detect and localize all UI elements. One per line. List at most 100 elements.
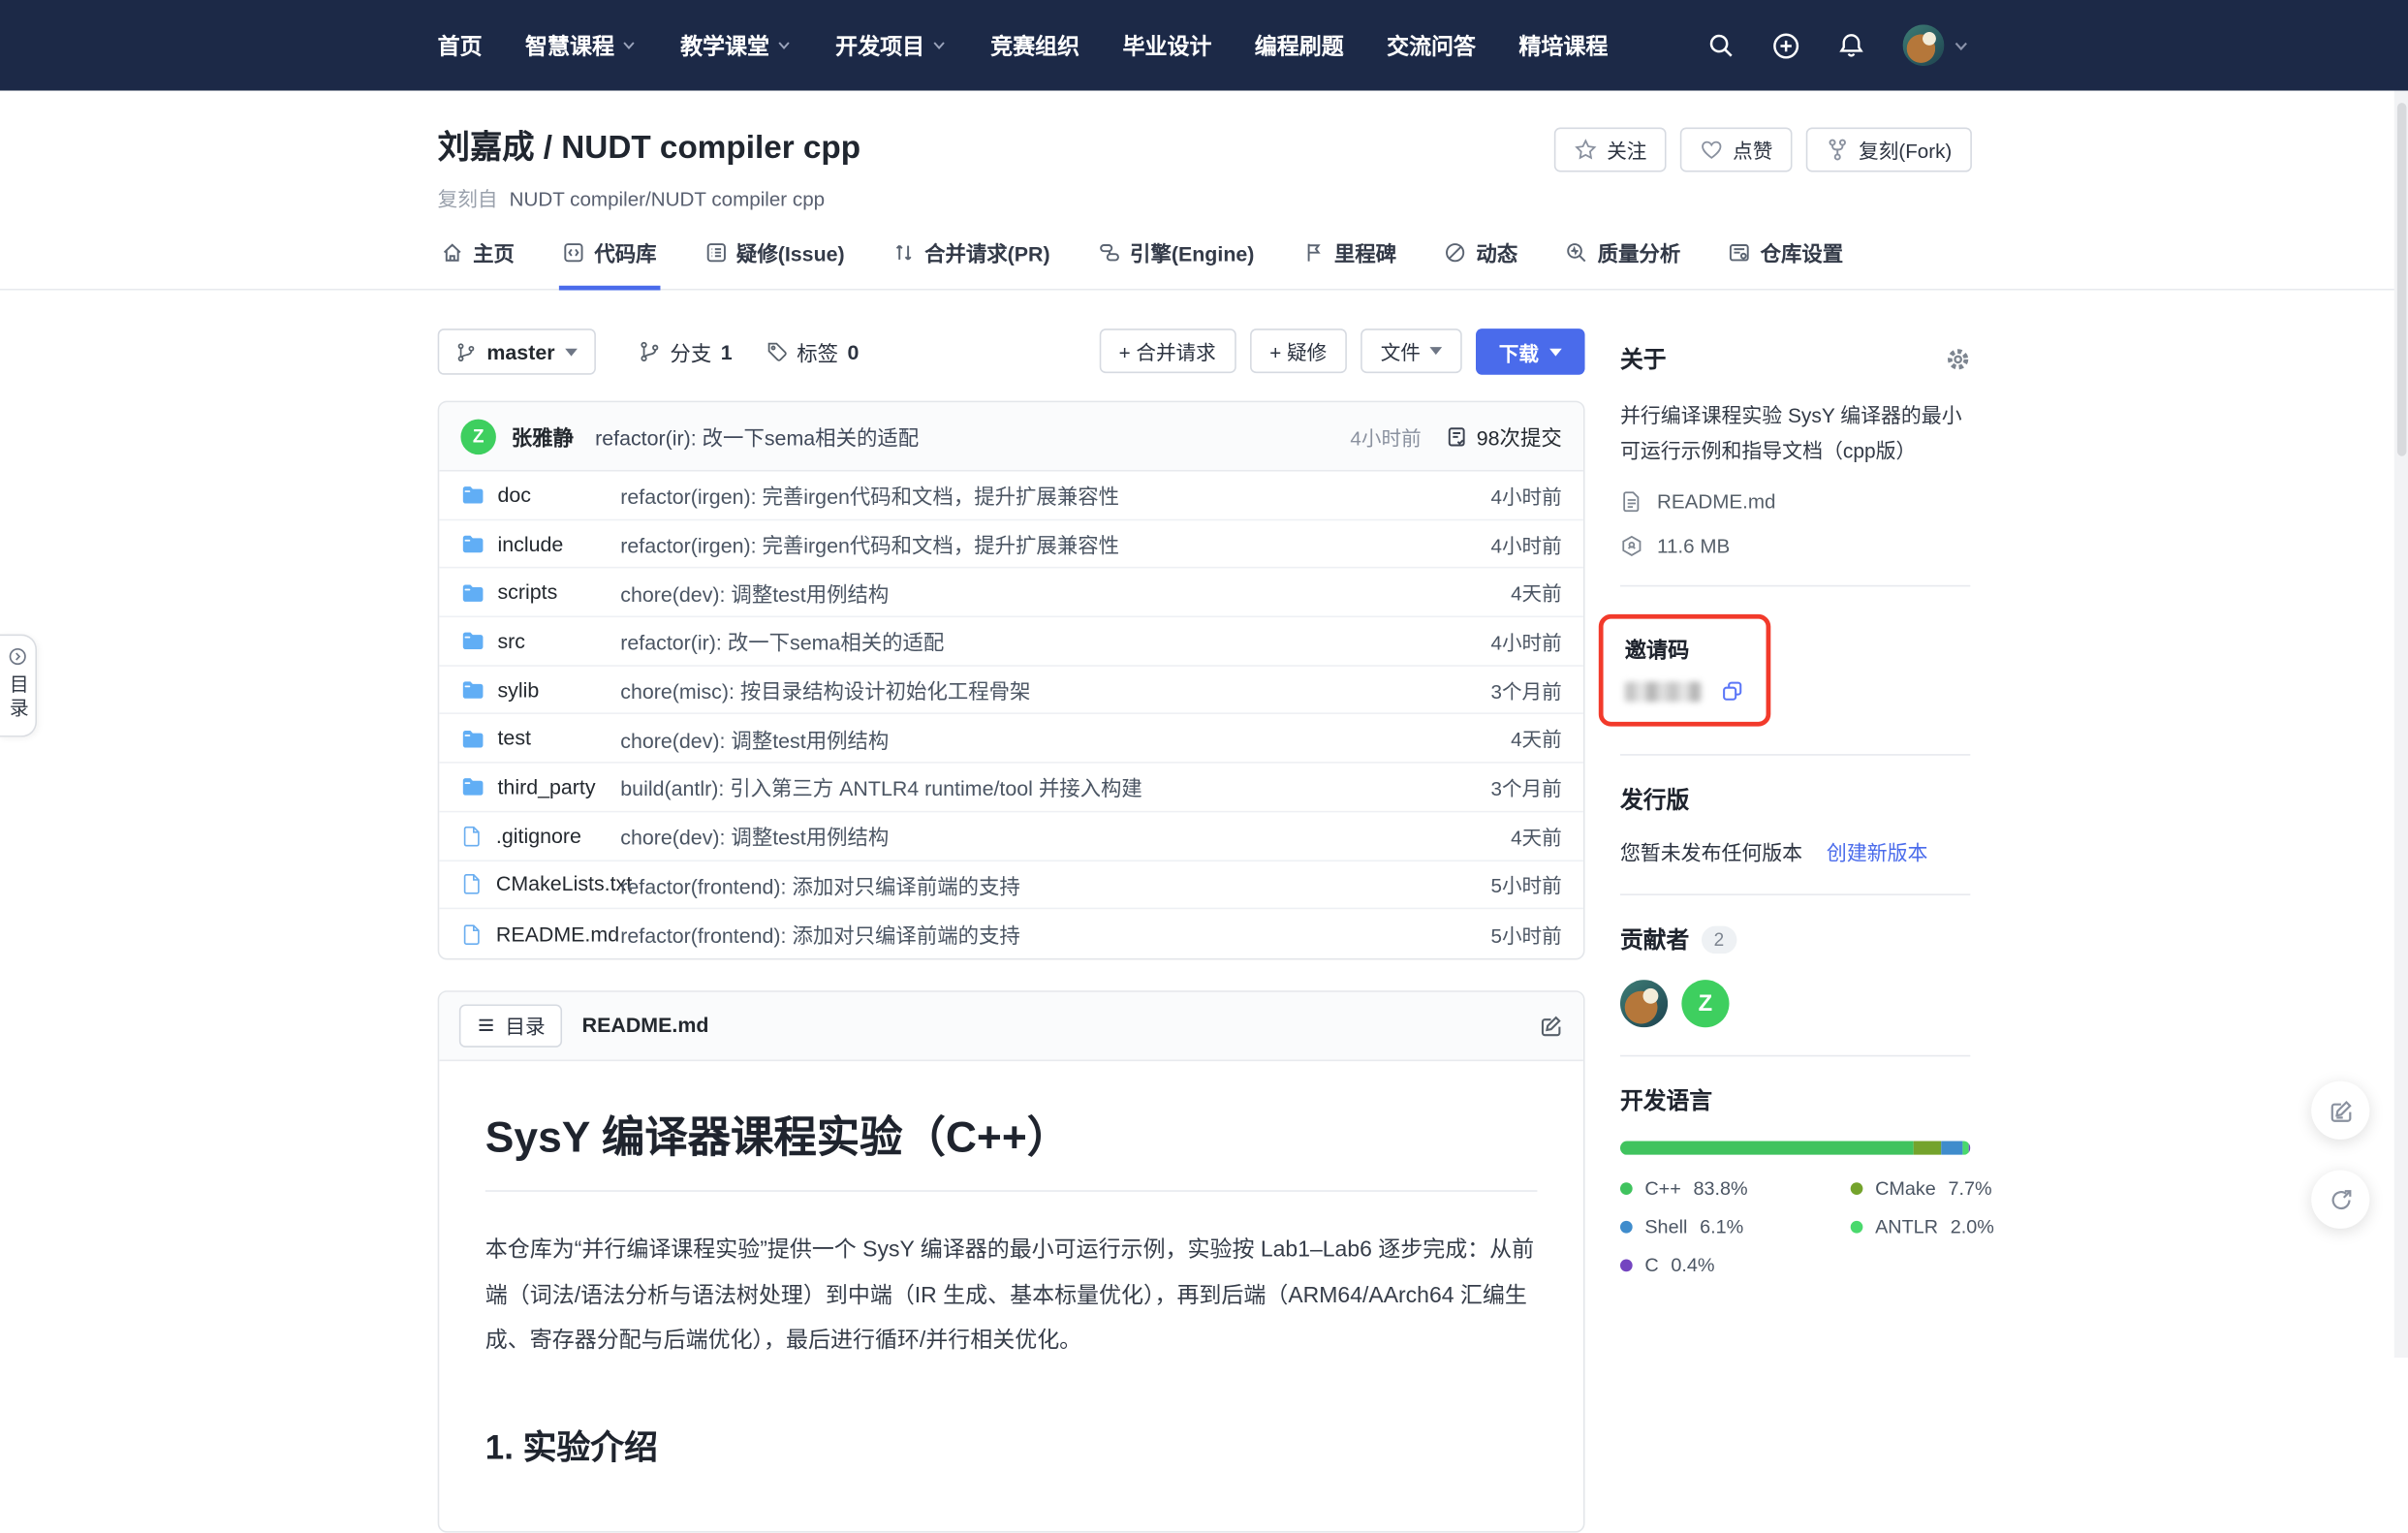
fork-button[interactable]: 复刻(Fork) <box>1806 128 1972 172</box>
table-row[interactable]: test chore(dev): 调整test用例结构 4天前 <box>439 715 1583 764</box>
language-segment <box>1962 1142 1969 1155</box>
branch-selector[interactable]: master <box>438 328 597 375</box>
nav-item-graduation[interactable]: 毕业设计 <box>1123 29 1212 61</box>
file-name[interactable]: README.md <box>496 923 619 946</box>
files-menu-button[interactable]: 文件 <box>1360 328 1462 373</box>
chevron-down-icon <box>775 37 792 53</box>
readme-header: 目录 README.md <box>439 992 1583 1061</box>
download-button[interactable]: 下载 <box>1476 328 1585 375</box>
edit-icon[interactable] <box>1539 1014 1563 1038</box>
file-commit-message[interactable]: chore(misc): 按目录结构设计初始化工程骨架 <box>620 674 1472 705</box>
file-commit-message[interactable]: refactor(irgen): 完善irgen代码和文档，提升扩展兼容性 <box>620 480 1472 511</box>
readme-link[interactable]: README.md <box>1620 490 1970 514</box>
create-release-link[interactable]: 创建新版本 <box>1827 842 1927 865</box>
file-icon <box>460 825 484 848</box>
repo-size: 11.6 MB <box>1620 535 1970 558</box>
contributor-avatar[interactable] <box>1620 980 1668 1027</box>
file-commit-message[interactable]: chore(dev): 调整test用例结构 <box>620 723 1492 754</box>
language-segment <box>1914 1142 1941 1155</box>
star-button[interactable]: 点赞 <box>1680 128 1793 172</box>
table-row[interactable]: doc refactor(irgen): 完善irgen代码和文档，提升扩展兼容… <box>439 472 1583 520</box>
commits-count-link[interactable]: 98次提交 <box>1446 421 1562 452</box>
feedback-button[interactable] <box>2311 1081 2369 1140</box>
file-name[interactable]: third_party <box>497 775 595 798</box>
tab-engine[interactable]: 引擎(Engine) <box>1095 236 1258 290</box>
user-menu[interactable] <box>1903 24 1971 66</box>
file-time: 3个月前 <box>1490 675 1561 704</box>
table-row[interactable]: sylib chore(misc): 按目录结构设计初始化工程骨架 3个月前 <box>439 666 1583 714</box>
nav-icon-group <box>1707 0 1970 91</box>
nav-item-qa[interactable]: 交流问答 <box>1387 29 1476 61</box>
file-name[interactable]: src <box>497 630 525 653</box>
tab-issues[interactable]: 疑修(Issue) <box>701 236 847 290</box>
toc-button[interactable]: 目录 <box>459 1004 562 1047</box>
plus-circle-icon[interactable] <box>1772 31 1800 59</box>
file-browser: Z 张雅静 refactor(ir): 改一下sema相关的适配 4小时前 98… <box>438 401 1585 960</box>
tags-stat[interactable]: 标签 0 <box>766 336 860 367</box>
tab-milestones[interactable]: 里程碑 <box>1298 236 1399 290</box>
tab-activity[interactable]: 动态 <box>1441 236 1520 290</box>
star-icon <box>1575 139 1598 162</box>
scrollbar-thumb[interactable] <box>2396 103 2406 456</box>
table-row[interactable]: include refactor(irgen): 完善irgen代码和文档，提升… <box>439 520 1583 569</box>
gear-icon[interactable] <box>1946 346 1970 370</box>
table-row[interactable]: third_party build(antlr): 引入第三方 ANTLR4 r… <box>439 764 1583 812</box>
tab-pull-requests[interactable]: 合并请求(PR) <box>890 236 1053 290</box>
commit-message[interactable]: refactor(ir): 改一下sema相关的适配 <box>595 421 919 452</box>
language-dot <box>1851 1221 1863 1234</box>
file-icon <box>460 923 484 946</box>
file-time: 4小时前 <box>1490 481 1561 510</box>
file-commit-message[interactable]: refactor(frontend): 添加对只编译前端的支持 <box>620 919 1472 950</box>
toc-drawer-handle[interactable]: 目录 <box>0 635 37 737</box>
languages-title: 开发语言 <box>1620 1084 1970 1116</box>
table-row[interactable]: scripts chore(dev): 调整test用例结构 4天前 <box>439 569 1583 617</box>
file-commit-message[interactable]: refactor(irgen): 完善irgen代码和文档，提升扩展兼容性 <box>620 528 1472 559</box>
commit-author[interactable]: 张雅静 <box>512 421 574 452</box>
file-time: 3个月前 <box>1490 772 1561 801</box>
file-name[interactable]: include <box>497 532 563 555</box>
tab-quality[interactable]: 质量分析 <box>1562 236 1683 290</box>
readme-title: SysY 编译器课程实验（C++） <box>485 1104 1538 1191</box>
nav-item-smart-courses[interactable]: 智慧课程 <box>525 29 638 61</box>
tab-settings[interactable]: 仓库设置 <box>1725 236 1846 290</box>
tab-home[interactable]: 主页 <box>438 236 517 290</box>
file-name[interactable]: test <box>497 727 530 750</box>
file-name[interactable]: doc <box>497 484 531 507</box>
nav-item-home[interactable]: 首页 <box>438 29 483 61</box>
commit-author-avatar[interactable]: Z <box>460 419 495 454</box>
share-button[interactable] <box>2311 1171 2369 1229</box>
nav-item-competitions[interactable]: 竞赛组织 <box>990 29 1079 61</box>
file-commit-message[interactable]: refactor(ir): 改一下sema相关的适配 <box>620 626 1472 657</box>
fork-source-link[interactable]: NUDT compiler/NUDT compiler cpp <box>510 187 826 210</box>
table-row[interactable]: CMakeLists.txt refactor(frontend): 添加对只编… <box>439 860 1583 909</box>
bell-icon[interactable] <box>1838 32 1864 58</box>
contributor-avatar[interactable]: Z <box>1681 980 1729 1027</box>
file-name[interactable]: sylib <box>497 678 539 702</box>
branch-icon <box>640 341 661 362</box>
nav-item-teaching[interactable]: 教学课堂 <box>680 29 793 61</box>
table-row[interactable]: src refactor(ir): 改一下sema相关的适配 4小时前 <box>439 617 1583 666</box>
file-commit-message[interactable]: refactor(frontend): 添加对只编译前端的支持 <box>620 869 1472 900</box>
new-pr-button[interactable]: + 合并请求 <box>1099 328 1235 373</box>
language-segment <box>1969 1142 1970 1155</box>
nav-item-premium-courses[interactable]: 精培课程 <box>1518 29 1608 61</box>
watch-button[interactable]: 关注 <box>1554 128 1667 172</box>
nav-item-coding-practice[interactable]: 编程刷题 <box>1255 29 1344 61</box>
new-issue-button[interactable]: + 疑修 <box>1250 328 1347 373</box>
caret-down-icon <box>566 348 579 356</box>
table-row[interactable]: README.md refactor(frontend): 添加对只编译前端的支… <box>439 910 1583 958</box>
table-row[interactable]: .gitignore chore(dev): 调整test用例结构 4天前 <box>439 812 1583 860</box>
search-icon[interactable] <box>1707 32 1734 58</box>
copy-icon[interactable] <box>1720 679 1744 704</box>
file-name[interactable]: CMakeLists.txt <box>496 873 632 896</box>
file-commit-message[interactable]: chore(dev): 调整test用例结构 <box>620 577 1492 608</box>
file-commit-message[interactable]: build(antlr): 引入第三方 ANTLR4 runtime/tool … <box>620 771 1472 802</box>
file-commit-message[interactable]: chore(dev): 调整test用例结构 <box>620 821 1492 852</box>
file-name[interactable]: .gitignore <box>496 825 581 848</box>
chevron-down-icon <box>1952 36 1970 54</box>
tab-code[interactable]: 代码库 <box>559 236 660 290</box>
branches-stat[interactable]: 分支 1 <box>640 336 733 367</box>
language-dot <box>1620 1260 1633 1272</box>
file-name[interactable]: scripts <box>497 580 557 604</box>
nav-item-dev-projects[interactable]: 开发项目 <box>835 29 948 61</box>
